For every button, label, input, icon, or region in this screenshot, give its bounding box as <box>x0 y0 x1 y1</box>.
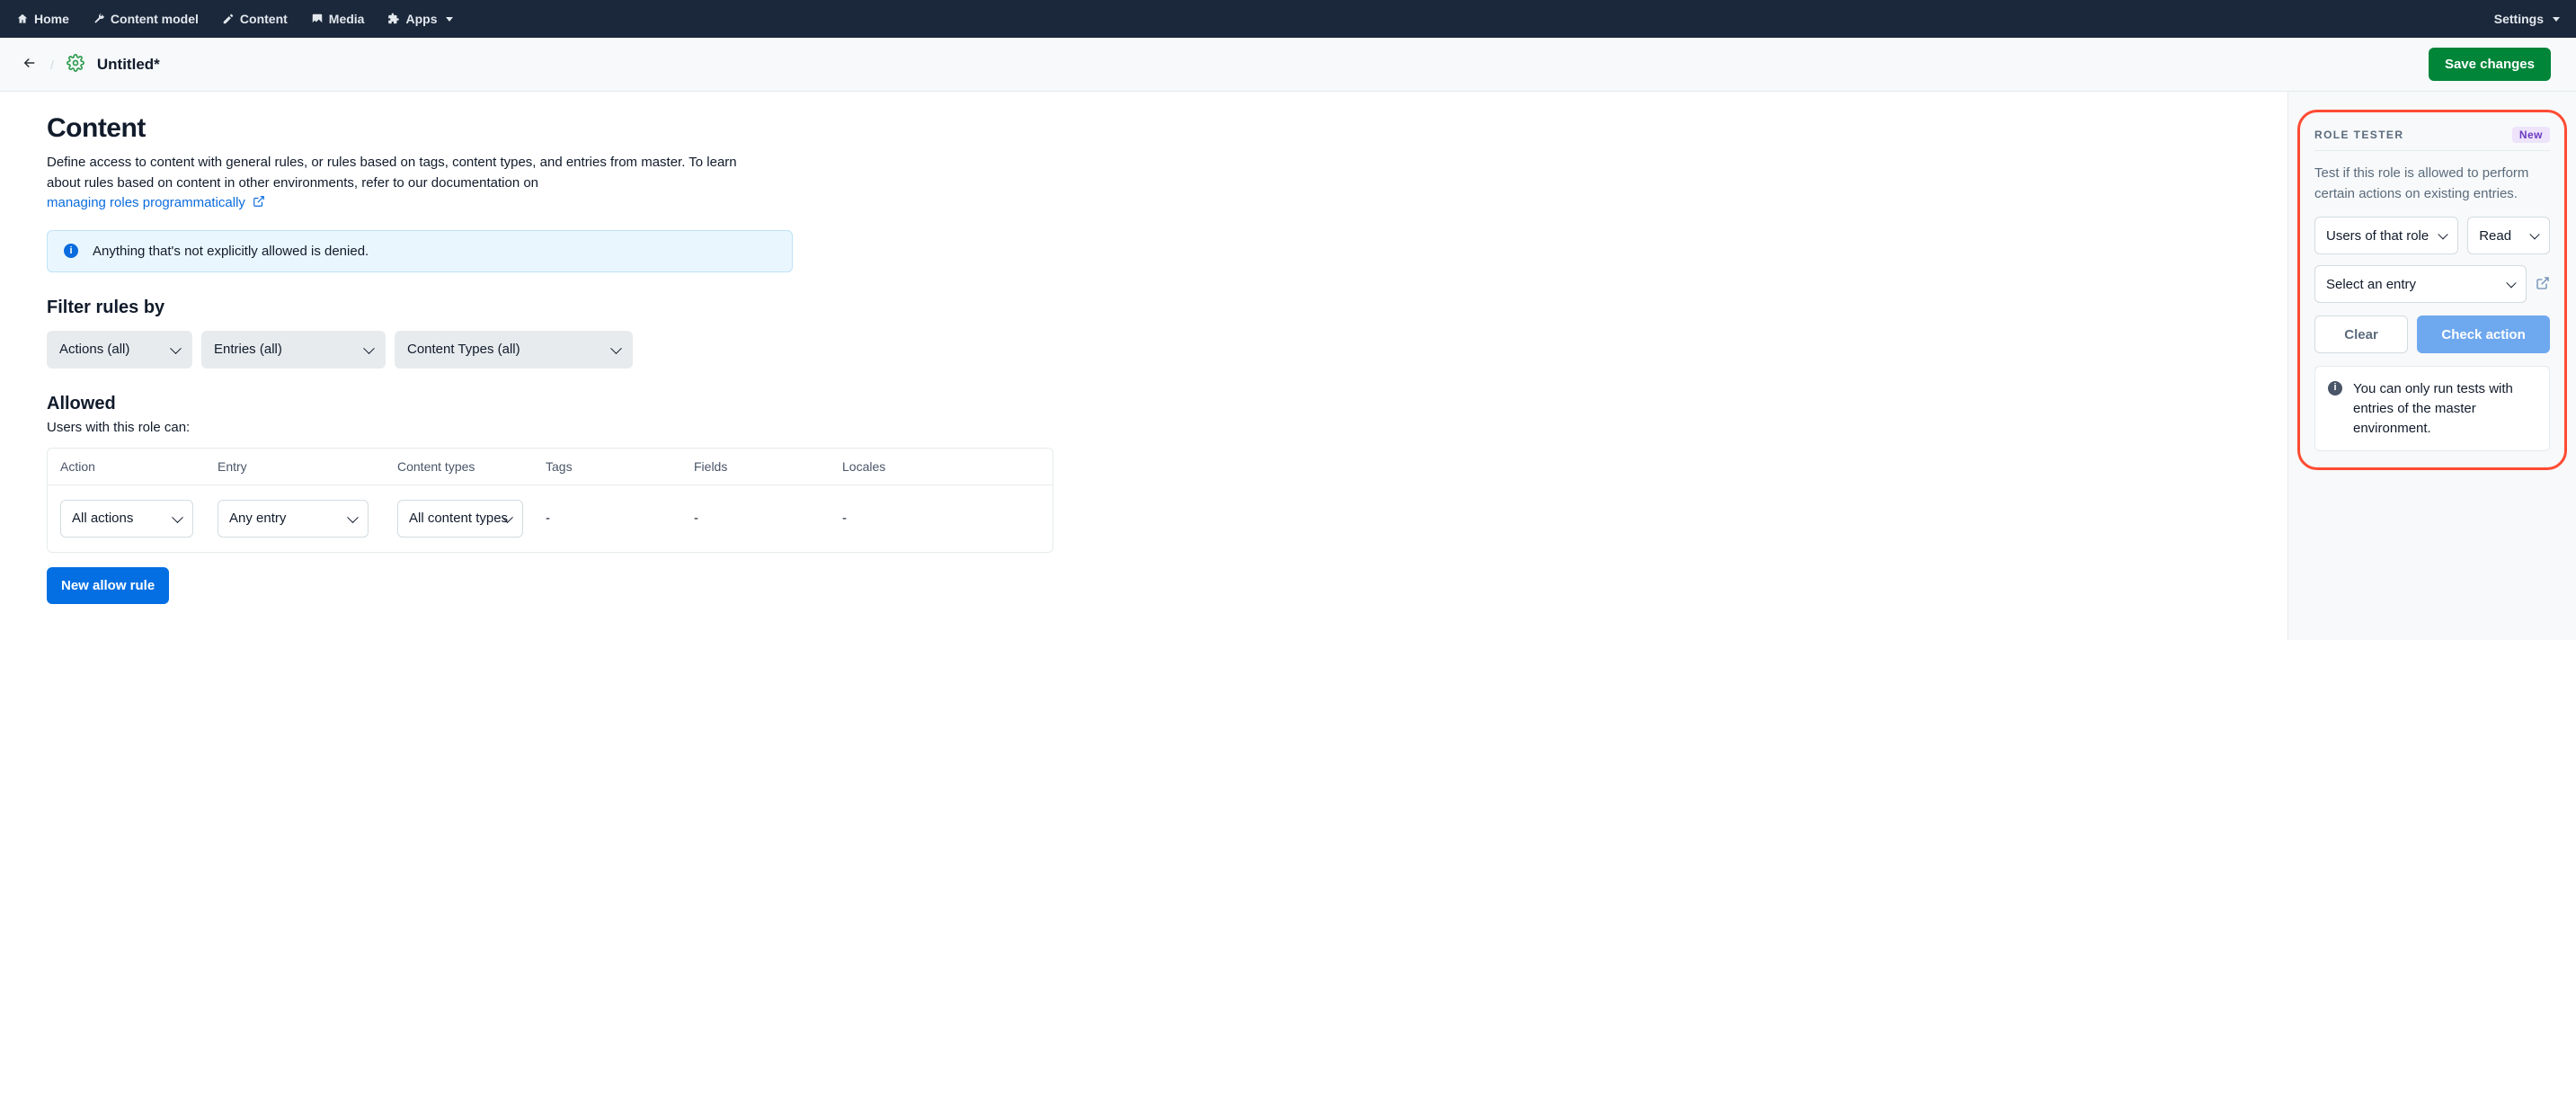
breadcrumb-title: Untitled* <box>97 56 160 74</box>
info-banner-text: Anything that's not explicitly allowed i… <box>93 244 369 259</box>
nav-apps-label: Apps <box>405 12 437 26</box>
nav-home-label: Home <box>34 12 69 26</box>
table-row: All actions Any entry All content types … <box>48 485 1053 552</box>
filter-ctypes-label: Content Types (all) <box>407 342 520 357</box>
page-desc-line1: Define access to content with general ru… <box>47 155 737 170</box>
filter-ctypes-select[interactable]: Content Types (all) <box>395 331 633 369</box>
doc-link[interactable]: managing roles programmatically <box>47 195 265 210</box>
col-tags: Tags <box>546 459 694 474</box>
info-icon: i <box>64 244 78 258</box>
doc-link-text: managing roles programmatically <box>47 195 245 210</box>
role-tester-row-1: Users of that role Read <box>2314 217 2550 254</box>
col-ctypes: Content types <box>397 459 546 474</box>
action-select[interactable]: Read <box>2467 217 2550 254</box>
page-title: Content <box>47 113 2248 144</box>
col-action: Action <box>60 459 218 474</box>
sidebar: Role Tester New Test if this role is all… <box>2288 92 2576 640</box>
nav-content-label: Content <box>240 12 288 26</box>
wrench-icon <box>93 13 105 25</box>
nav-media-label: Media <box>329 12 365 26</box>
nav-media[interactable]: Media <box>311 12 365 26</box>
col-fields: Fields <box>694 459 842 474</box>
nav-home[interactable]: Home <box>16 12 69 26</box>
row-action-select[interactable]: All actions <box>60 500 193 538</box>
filter-actions-label: Actions (all) <box>59 342 129 357</box>
info-banner: i Anything that's not explicitly allowed… <box>47 230 793 272</box>
row-action-label: All actions <box>72 511 133 526</box>
new-allow-rule-button[interactable]: New allow rule <box>47 567 169 604</box>
filter-row: Actions (all) Entries (all) Content Type… <box>47 331 2248 369</box>
row-ctypes-label: All content types <box>409 511 508 526</box>
filter-entries-select[interactable]: Entries (all) <box>201 331 386 369</box>
rules-table: Action Entry Content types Tags Fields L… <box>47 448 1053 553</box>
check-action-button[interactable]: Check action <box>2417 316 2550 353</box>
page-description: Define access to content with general ru… <box>47 153 784 214</box>
save-changes-button[interactable]: Save changes <box>2429 48 2551 81</box>
breadcrumb-separator: / <box>50 58 54 72</box>
col-locales: Locales <box>842 459 990 474</box>
row-entry-select[interactable]: Any entry <box>218 500 369 538</box>
image-icon <box>311 13 324 25</box>
nav-content-model[interactable]: Content model <box>93 12 199 26</box>
nav-content-model-label: Content model <box>111 12 199 26</box>
role-tester-title: Role Tester <box>2314 129 2403 141</box>
clear-button[interactable]: Clear <box>2314 316 2408 353</box>
role-tester-note: i You can only run tests with entries of… <box>2314 366 2550 451</box>
role-tester-header: Role Tester New <box>2314 127 2550 151</box>
action-select-label: Read <box>2479 228 2511 244</box>
users-of-role-select[interactable]: Users of that role <box>2314 217 2458 254</box>
row-locales: - <box>842 511 990 526</box>
external-link-icon <box>2536 276 2550 290</box>
external-link-icon <box>253 195 265 208</box>
nav-apps[interactable]: Apps <box>387 12 453 26</box>
users-of-role-label: Users of that role <box>2326 228 2429 244</box>
rules-header-row: Action Entry Content types Tags Fields L… <box>48 449 1053 485</box>
gear-icon <box>67 54 84 72</box>
filter-title: Filter rules by <box>47 298 2248 318</box>
arrow-left-icon <box>22 55 38 71</box>
open-entry-button[interactable] <box>2536 276 2550 293</box>
entry-select-label: Select an entry <box>2326 277 2416 292</box>
col-entry: Entry <box>218 459 397 474</box>
row-ctypes-select[interactable]: All content types <box>397 500 523 538</box>
row-fields: - <box>694 511 842 526</box>
info-icon: i <box>2328 381 2342 396</box>
nav-settings-label: Settings <box>2494 12 2544 26</box>
new-badge: New <box>2512 127 2550 143</box>
role-gear-icon <box>67 54 84 75</box>
role-tester-description: Test if this role is allowed to perform … <box>2314 164 2550 204</box>
pen-icon <box>222 13 235 25</box>
row-tags: - <box>546 511 694 526</box>
row-entry-label: Any entry <box>229 511 286 526</box>
subheader: / Untitled* Save changes <box>0 38 2576 92</box>
top-navigation: Home Content model Content Media Apps Se… <box>0 0 2576 38</box>
main-content: Content Define access to content with ge… <box>0 92 2288 640</box>
page-desc-line2: about rules based on content in other en… <box>47 175 538 191</box>
chevron-down-icon <box>2553 17 2560 22</box>
nav-settings[interactable]: Settings <box>2494 12 2560 26</box>
filter-actions-select[interactable]: Actions (all) <box>47 331 192 369</box>
back-button[interactable] <box>22 55 38 74</box>
entry-select[interactable]: Select an entry <box>2314 265 2527 303</box>
role-tester-panel: Role Tester New Test if this role is all… <box>2297 110 2567 470</box>
role-tester-row-entry: Select an entry <box>2314 265 2550 303</box>
top-nav-left: Home Content model Content Media Apps <box>16 12 453 26</box>
role-tester-note-text: You can only run tests with entries of t… <box>2353 379 2536 438</box>
filter-entries-label: Entries (all) <box>214 342 282 357</box>
chevron-down-icon <box>446 17 453 22</box>
puzzle-icon <box>387 13 400 25</box>
allowed-title: Allowed <box>47 394 2248 414</box>
nav-content[interactable]: Content <box>222 12 288 26</box>
home-icon <box>16 13 29 25</box>
allowed-subtitle: Users with this role can: <box>47 420 2248 435</box>
role-tester-buttons: Clear Check action <box>2314 316 2550 353</box>
